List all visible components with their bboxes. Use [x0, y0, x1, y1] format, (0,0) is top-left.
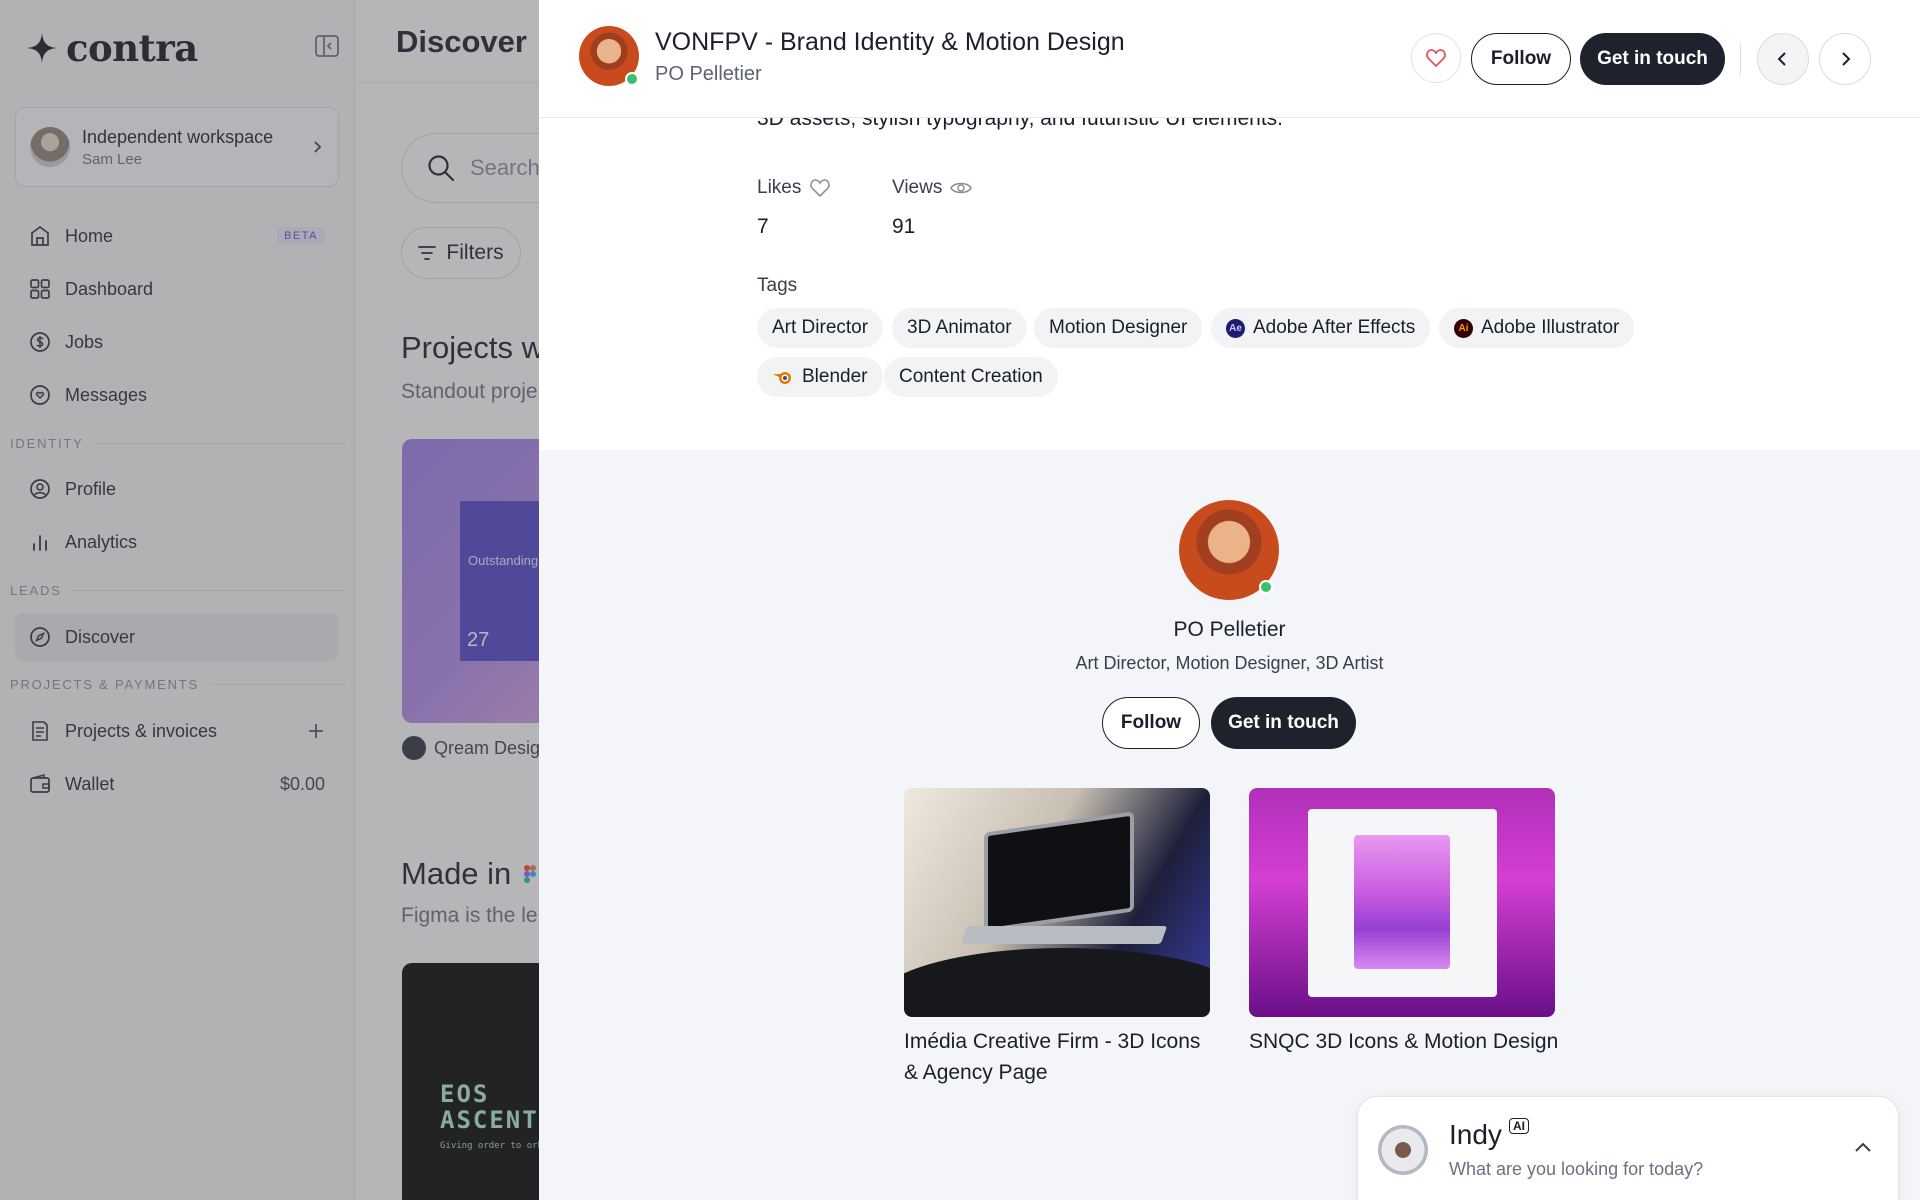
illustrator-icon: Ai: [1454, 318, 1473, 338]
project-title[interactable]: SNQC 3D Icons & Motion Design: [1249, 1026, 1559, 1057]
online-indicator: [1259, 580, 1273, 594]
tag-3d-animator[interactable]: 3D Animator: [892, 308, 1027, 348]
project-author[interactable]: PO Pelletier: [655, 63, 762, 86]
heart-icon: [1426, 49, 1446, 68]
views-label: Views: [892, 177, 973, 199]
indy-prompt: What are you looking for today?: [1449, 1159, 1704, 1179]
indy-name: Indy: [1449, 1119, 1502, 1150]
plinth-shape: [904, 948, 1210, 1017]
panel-header: VONFPV - Brand Identity & Motion Design …: [539, 0, 1920, 118]
creator-get-in-touch-button[interactable]: Get in touch: [1211, 697, 1356, 749]
chevron-up-icon[interactable]: [1852, 1137, 1874, 1159]
like-button[interactable]: [1411, 33, 1461, 83]
views-label-text: Views: [892, 177, 943, 198]
tag-label: Blender: [802, 366, 868, 387]
indy-assistant[interactable]: Indy AI What are you looking for today?: [1357, 1096, 1899, 1200]
views-count: 91: [892, 215, 916, 238]
tag-label: Motion Designer: [1049, 317, 1188, 338]
eye-icon: [950, 182, 973, 194]
next-project-button[interactable]: [1819, 33, 1871, 85]
tag-adobe-illustrator[interactable]: Ai Adobe Illustrator: [1439, 308, 1635, 348]
blender-icon: [773, 372, 791, 384]
get-in-touch-button[interactable]: Get in touch: [1580, 33, 1725, 85]
previous-project-button[interactable]: [1757, 33, 1809, 85]
chevron-right-icon: [1842, 52, 1851, 66]
tag-art-director[interactable]: Art Director: [757, 308, 884, 348]
heart-icon: [810, 179, 831, 198]
project-thumbnail[interactable]: [1249, 788, 1555, 1017]
likes-label: Likes: [757, 177, 831, 199]
artwork-frame: [1308, 809, 1497, 997]
laptop-shape: [984, 811, 1134, 933]
indy-avatar: [1378, 1125, 1428, 1175]
creator-follow-button[interactable]: Follow: [1102, 697, 1200, 749]
project-thumbnail[interactable]: [904, 788, 1210, 1017]
tag-label: Adobe Illustrator: [1481, 317, 1620, 338]
project-title: VONFPV - Brand Identity & Motion Design: [655, 28, 1125, 56]
tags-label: Tags: [757, 275, 798, 296]
tag-content-creation[interactable]: Content Creation: [884, 357, 1058, 397]
tag-label: Content Creation: [899, 366, 1043, 387]
creator-role: Art Director, Motion Designer, 3D Artist: [1075, 653, 1384, 673]
chevron-left-icon: [1777, 52, 1786, 66]
glass-cube-shape: [1354, 835, 1450, 969]
tag-label: 3D Animator: [907, 317, 1012, 338]
follow-button[interactable]: Follow: [1471, 33, 1571, 85]
tag-label: Art Director: [772, 317, 869, 338]
project-title[interactable]: Imédia Creative Firm - 3D Icons & Agency…: [904, 1026, 1214, 1088]
divider: [1740, 43, 1741, 75]
tag-label: Adobe After Effects: [1253, 317, 1416, 338]
creator-name[interactable]: PO Pelletier: [539, 618, 1920, 642]
project-detail-panel: 3D assets, stylish typography, and futur…: [539, 0, 1920, 1200]
tag-adobe-after-effects[interactable]: Ae Adobe After Effects: [1211, 308, 1431, 348]
tag-motion-designer[interactable]: Motion Designer: [1034, 308, 1203, 348]
tag-blender[interactable]: Blender: [757, 357, 883, 397]
likes-count: 7: [757, 215, 769, 238]
ai-badge: AI: [1509, 1118, 1529, 1134]
after-effects-icon: Ae: [1226, 318, 1245, 338]
online-indicator: [625, 72, 639, 86]
likes-label-text: Likes: [757, 177, 802, 198]
laptop-base-shape: [960, 926, 1168, 944]
